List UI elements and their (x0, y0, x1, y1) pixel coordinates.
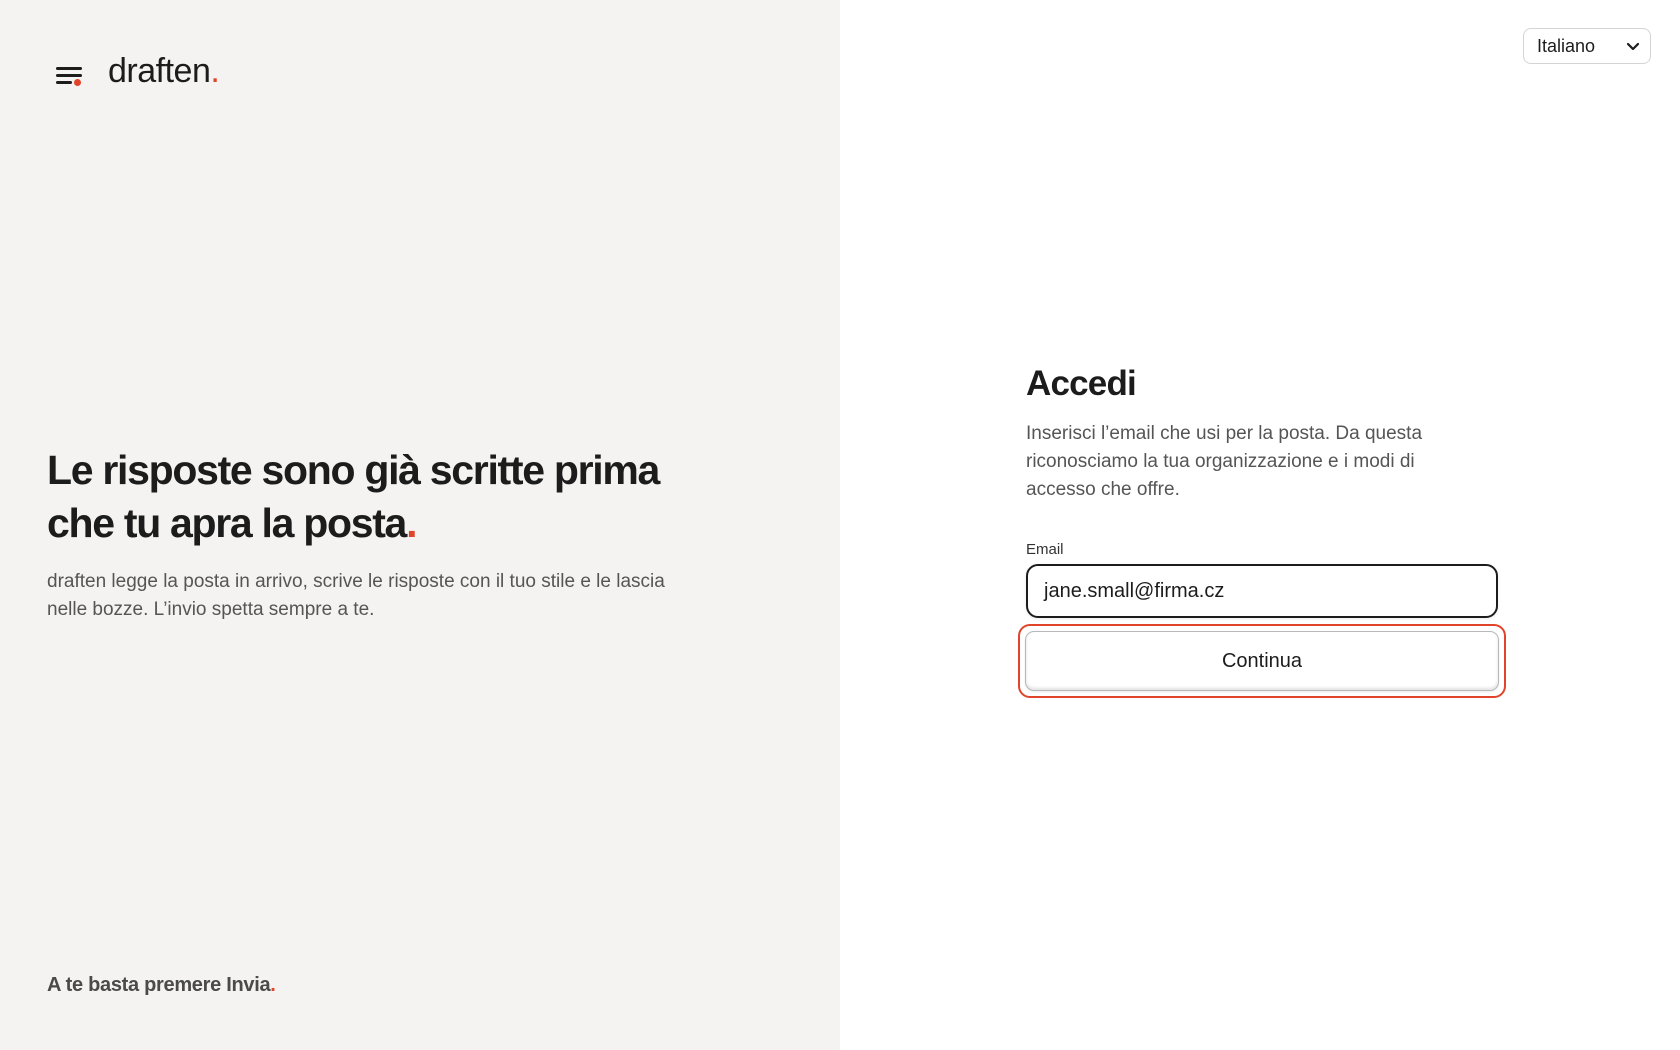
email-field[interactable]: jane.small@firma.cz (1026, 564, 1498, 618)
brand-name: draften. (108, 52, 220, 90)
hero-headline: Le risposte sono già scritte prima che t… (47, 447, 660, 546)
hero-description: draften legge la posta in arrivo, scrive… (47, 571, 665, 620)
brand-logo[interactable]: draften. (56, 52, 220, 91)
menu-lines-icon (56, 60, 84, 86)
left-panel: draften. Le risposte sono già scritte pr… (0, 0, 840, 1050)
tagline: A te basta premere Invia. (47, 974, 276, 996)
language-select-value: Italiano (1537, 35, 1596, 56)
language-select[interactable]: Italiano (1523, 28, 1651, 64)
login-description: Inserisci l’email che usi per la posta. … (1026, 423, 1423, 500)
chevron-down-icon (1626, 42, 1640, 51)
login-form: Accedi Inserisci l’email che usi per la … (1018, 362, 1506, 698)
login-title: Accedi (1026, 364, 1137, 403)
continue-button-highlight: Continua (1018, 624, 1506, 698)
continue-button[interactable]: Continua (1025, 631, 1499, 691)
email-field-value: jane.small@firma.cz (1044, 579, 1225, 602)
hero: Le risposte sono già scritte prima che t… (47, 444, 687, 624)
email-label: Email (1026, 541, 1064, 558)
